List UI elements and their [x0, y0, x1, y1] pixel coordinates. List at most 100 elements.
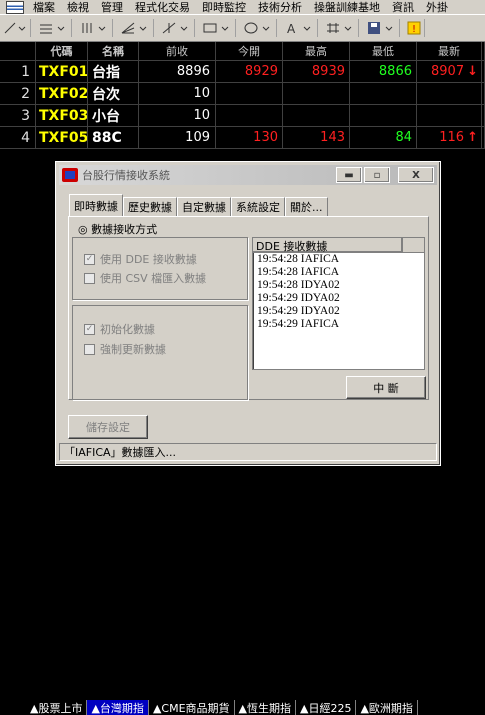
row-code: TXF01 — [36, 61, 88, 82]
row-code: TXF03 — [36, 105, 88, 126]
row-open — [216, 83, 283, 104]
menu-view[interactable]: 檢視 — [61, 0, 95, 14]
force-update-checkbox[interactable]: 強制更新數據 — [84, 341, 166, 357]
row-high — [283, 83, 350, 104]
header-high[interactable]: 最高 — [283, 42, 350, 60]
toolbar: A ! — [0, 14, 485, 42]
init-data-checkbox[interactable]: ✓ 初始化數據 — [84, 321, 155, 337]
list-item[interactable]: 19:54:28 IAFICA — [253, 253, 424, 266]
tab-history-data[interactable]: 歷史數據 — [123, 197, 177, 216]
row-code: TXF05 — [36, 127, 88, 148]
menu-manage[interactable]: 管理 — [95, 0, 129, 14]
text-tool-icon[interactable]: A — [281, 19, 318, 37]
row-high: 8939 — [283, 61, 350, 82]
checkmark-icon: ✓ — [84, 253, 95, 265]
dialog-tabs: 即時數據 歷史數據 自定數據 系統設定 關於... — [69, 194, 328, 216]
market-tab-bar: ▲股票上市 ▲台灣期指 ▲CME商品期貨 ▲恆生期指 ▲日經225 ▲歐洲期指 — [0, 700, 485, 715]
list-item[interactable]: 19:54:29 IDYA02 — [253, 305, 424, 318]
fan-tool-icon[interactable] — [117, 19, 154, 37]
menu-training-base[interactable]: 操盤訓練基地 — [308, 0, 386, 14]
dialog-status-bar: 「IAFICA」數據匯入... — [59, 443, 437, 461]
header-low[interactable]: 最低 — [350, 42, 417, 60]
tab-system-settings[interactable]: 系統設定 — [231, 197, 285, 216]
down-arrow-icon: ↓ — [467, 64, 478, 79]
list-header-filler — [403, 238, 424, 252]
tab-cme-commodity-futures[interactable]: ▲CME商品期貨 — [149, 700, 235, 715]
dde-data-list[interactable]: DDE 接收數據 19:54:28 IAFICA 19:54:28 IAFICA… — [252, 237, 425, 370]
menu-program-trading[interactable]: 程式化交易 — [129, 0, 196, 14]
menu-info[interactable]: 資訊 — [386, 0, 420, 14]
header-last[interactable]: 最新 — [417, 42, 482, 60]
use-dde-checkbox[interactable]: ✓ 使用 DDE 接收數據 — [84, 251, 197, 267]
menu-plugins[interactable]: 外掛 — [420, 0, 454, 14]
ellipse-tool-icon[interactable] — [240, 19, 277, 37]
row-high: 143 — [283, 127, 350, 148]
tab-europe-index-futures[interactable]: ▲歐洲期指 — [356, 700, 418, 715]
table-row[interactable]: 1 TXF01 台指 8896 8929 8939 8866 8907 ↓ — [0, 61, 485, 83]
list-item[interactable]: 19:54:29 IAFICA — [253, 318, 424, 331]
minimize-button[interactable]: ▬ — [336, 167, 362, 183]
row-last-value: 8907 — [431, 64, 465, 79]
table-row[interactable]: 4 TXF05 88C 109 130 143 84 116 ↑ — [0, 127, 485, 149]
tab-tw-index-futures[interactable]: ▲台灣期指 — [87, 700, 149, 715]
table-row[interactable]: 3 TXF03 小台 10 — [0, 105, 485, 127]
row-index: 1 — [0, 61, 36, 82]
header-name[interactable]: 名稱 — [88, 42, 139, 60]
vline-tool-icon[interactable] — [76, 19, 113, 37]
row-index: 3 — [0, 105, 36, 126]
use-dde-label: 使用 DDE 接收數據 — [100, 253, 197, 266]
row-open: 8929 — [216, 61, 283, 82]
tab-hang-seng-futures[interactable]: ▲恆生期指 — [235, 700, 296, 715]
fib-tool-icon[interactable] — [158, 19, 195, 37]
hline-tool-icon[interactable] — [35, 19, 72, 37]
quote-table: 代碼 名稱 前收 今開 最高 最低 最新 1 TXF01 台指 8896 892… — [0, 42, 485, 149]
alert-icon[interactable]: ! — [404, 19, 425, 37]
row-name: 小台 — [88, 105, 139, 126]
save-icon[interactable] — [363, 19, 400, 37]
tab-about[interactable]: 關於... — [285, 197, 328, 216]
rectangle-tool-icon[interactable] — [199, 19, 236, 37]
list-item[interactable]: 19:54:28 IDYA02 — [253, 279, 424, 292]
stop-button[interactable]: 中 斷 — [346, 376, 426, 399]
app-icon[interactable] — [6, 0, 24, 14]
menu-technical-analysis[interactable]: 技術分析 — [252, 0, 308, 14]
menu-realtime-monitor[interactable]: 即時監控 — [196, 0, 252, 14]
use-csv-checkbox[interactable]: 使用 CSV 檔匯入數據 — [84, 270, 206, 286]
table-row[interactable]: 2 TXF02 台次 10 — [0, 83, 485, 105]
list-header-label[interactable]: DDE 接收數據 — [253, 238, 403, 253]
row-open: 130 — [216, 127, 283, 148]
row-name: 台次 — [88, 83, 139, 104]
list-item[interactable]: 19:54:29 IDYA02 — [253, 292, 424, 305]
checkbox-empty-icon — [84, 343, 95, 355]
menu-bar: 檔案 檢視 管理 程式化交易 即時監控 技術分析 操盤訓練基地 資訊 外掛 — [0, 0, 485, 14]
save-settings-button[interactable]: 儲存設定 — [68, 415, 148, 439]
row-last — [417, 105, 482, 126]
row-low: 8866 — [350, 61, 417, 82]
receive-mode-group — [72, 237, 248, 300]
row-prev-close: 10 — [139, 83, 216, 104]
grid-tool-icon[interactable] — [322, 19, 359, 37]
force-update-label: 強制更新數據 — [100, 343, 166, 356]
checkmark-icon: ✓ — [84, 323, 95, 335]
header-prev-close[interactable]: 前收 — [139, 42, 216, 60]
menu-file[interactable]: 檔案 — [27, 0, 61, 14]
dialog-title-bar[interactable]: 台股行情接收系統 ▬ ▫ X — [59, 165, 437, 185]
maximize-button[interactable]: ▫ — [364, 167, 390, 183]
close-button[interactable]: X — [398, 167, 434, 183]
row-name: 台指 — [88, 61, 139, 82]
header-code[interactable]: 代碼 — [36, 42, 88, 60]
tab-custom-data[interactable]: 自定數據 — [177, 197, 231, 216]
status-text: 「IAFICA」數據匯入... — [64, 446, 177, 459]
up-arrow-icon: ↑ — [467, 130, 478, 145]
list-header: DDE 接收數據 — [253, 238, 424, 253]
app-logo-icon — [62, 168, 78, 182]
list-item[interactable]: 19:54:28 IAFICA — [253, 266, 424, 279]
line-tool-icon[interactable] — [0, 19, 31, 37]
header-open[interactable]: 今開 — [216, 42, 283, 60]
tab-tw-stock-listed[interactable]: ▲股票上市 — [0, 700, 88, 715]
dialog-title: 台股行情接收系統 — [82, 169, 170, 182]
use-csv-label: 使用 CSV 檔匯入數據 — [100, 272, 207, 285]
tab-realtime-data[interactable]: 即時數據 — [69, 194, 123, 216]
row-last: 8907 ↓ — [417, 61, 482, 82]
tab-nikkei-225[interactable]: ▲日經225 — [296, 700, 357, 715]
